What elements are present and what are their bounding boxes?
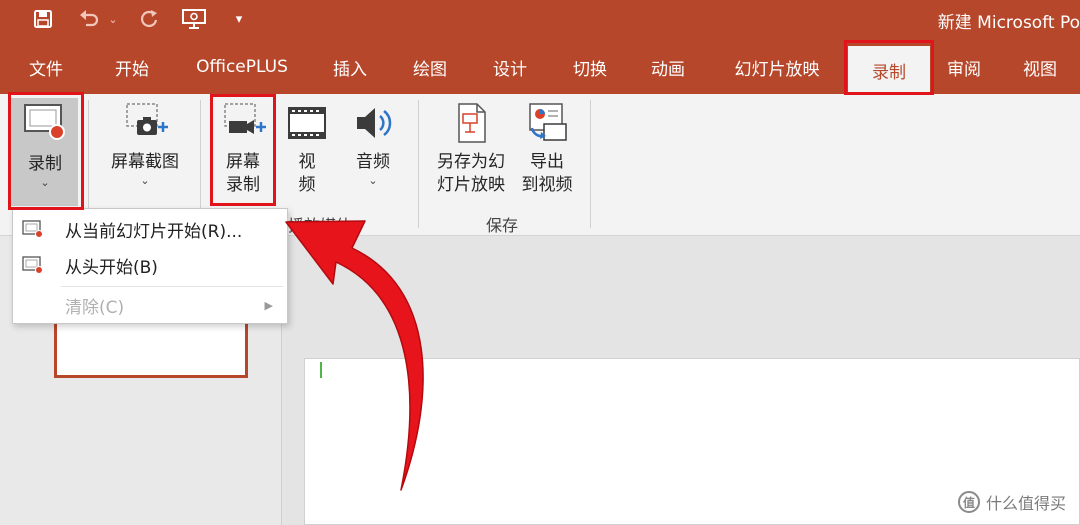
video-button[interactable]: 视 频 xyxy=(284,102,330,197)
redo-icon[interactable] xyxy=(136,6,162,32)
screen-record-icon xyxy=(22,102,68,149)
tab-file[interactable]: 文件 xyxy=(18,40,74,94)
video-label-line2: 频 xyxy=(298,175,316,195)
chevron-right-icon: ▶ xyxy=(264,298,273,312)
tab-slideshow[interactable]: 幻灯片放映 xyxy=(722,40,832,94)
export-to-video-label-line1: 导出 xyxy=(530,152,564,172)
undo-icon[interactable] xyxy=(76,6,102,32)
screenshot-label: 屏幕截图 xyxy=(111,152,179,172)
save-icon[interactable] xyxy=(30,6,56,32)
tab-draw[interactable]: 绘图 xyxy=(402,40,458,94)
tab-record[interactable]: 录制 xyxy=(848,46,930,94)
group-separator xyxy=(418,100,419,228)
watermark-badge: 值 xyxy=(957,491,980,513)
watermark-text: 什么值得买 xyxy=(985,494,1066,513)
chevron-down-icon: ⌄ xyxy=(140,174,150,187)
slideshow-file-icon xyxy=(449,102,493,151)
speaker-icon xyxy=(351,102,395,151)
window-title: 新建 Microsoft Po xyxy=(937,13,1080,33)
audio-button[interactable]: 音频 ⌄ xyxy=(344,102,402,188)
video-camera-icon xyxy=(219,102,267,151)
watermark: 值 什么值得买 xyxy=(957,490,1066,514)
screen-record-icon xyxy=(22,256,44,279)
undo-chevron-icon[interactable]: ⌄ xyxy=(106,6,120,32)
screen-recording-button[interactable]: 屏幕 录制 xyxy=(212,102,274,197)
ribbon-tab-strip: 文件 开始 OfficePLUS 插入 绘图 设计 切换 动画 幻灯片放映 录制… xyxy=(0,40,1080,94)
save-as-slideshow-button[interactable]: 另存为幻 灯片放映 xyxy=(430,102,512,197)
title-bar: ⌄ ▾ 新建 Microsoft Po xyxy=(0,0,1080,40)
menu-item-from-current-slide[interactable]: 从当前幻灯片开始(R)... xyxy=(13,211,287,247)
tab-design[interactable]: 设计 xyxy=(482,40,538,94)
record-dropdown-menu: 从当前幻灯片开始(R)... 从头开始(B) 清除(C) ▶ xyxy=(12,208,288,324)
audio-label: 音频 xyxy=(356,152,390,172)
menu-item-label: 从当前幻灯片开始(R)... xyxy=(65,221,243,242)
tab-officeplus[interactable]: OfficePLUS xyxy=(186,40,298,94)
export-to-video-button[interactable]: 导出 到视频 xyxy=(516,102,578,197)
tab-home[interactable]: 开始 xyxy=(104,40,160,94)
tab-view[interactable]: 视图 xyxy=(1012,40,1068,94)
video-label-line1: 视 xyxy=(298,152,316,172)
tab-transitions[interactable]: 切换 xyxy=(562,40,618,94)
group-label-media: 播放媒体 xyxy=(288,216,353,235)
presentation-icon[interactable] xyxy=(180,6,208,32)
export-video-icon xyxy=(524,102,570,151)
export-to-video-label-line2: 到视频 xyxy=(521,175,573,195)
tab-animations[interactable]: 动画 xyxy=(640,40,696,94)
menu-item-from-beginning[interactable]: 从头开始(B) xyxy=(13,247,287,283)
text-cursor xyxy=(320,362,322,378)
tab-insert[interactable]: 插入 xyxy=(322,40,378,94)
menu-item-clear[interactable]: 清除(C) ▶ xyxy=(13,287,287,323)
group-separator xyxy=(590,100,591,228)
camera-icon xyxy=(121,102,169,151)
tab-review[interactable]: 审阅 xyxy=(936,40,992,94)
film-strip-icon xyxy=(286,102,328,151)
menu-item-label: 从头开始(B) xyxy=(65,257,158,278)
chevron-down-icon: ⌄ xyxy=(368,174,378,187)
customize-chevron-icon[interactable]: ▾ xyxy=(230,6,248,32)
screenshot-button[interactable]: 屏幕截图 ⌄ xyxy=(100,102,190,188)
save-as-slideshow-label-line2: 灯片放映 xyxy=(437,175,505,195)
menu-item-label: 清除(C) xyxy=(65,297,125,318)
screen-recording-label-line2: 录制 xyxy=(226,175,260,195)
screen-record-icon xyxy=(22,220,44,243)
record-button[interactable]: 录制 ⌄ xyxy=(12,102,78,190)
screen-recording-label-line1: 屏幕 xyxy=(226,152,260,172)
record-button-label: 录制 xyxy=(28,154,62,174)
save-as-slideshow-label-line1: 另存为幻 xyxy=(437,152,505,172)
group-label-save: 保存 xyxy=(486,216,519,235)
chevron-down-icon: ⌄ xyxy=(40,176,50,189)
